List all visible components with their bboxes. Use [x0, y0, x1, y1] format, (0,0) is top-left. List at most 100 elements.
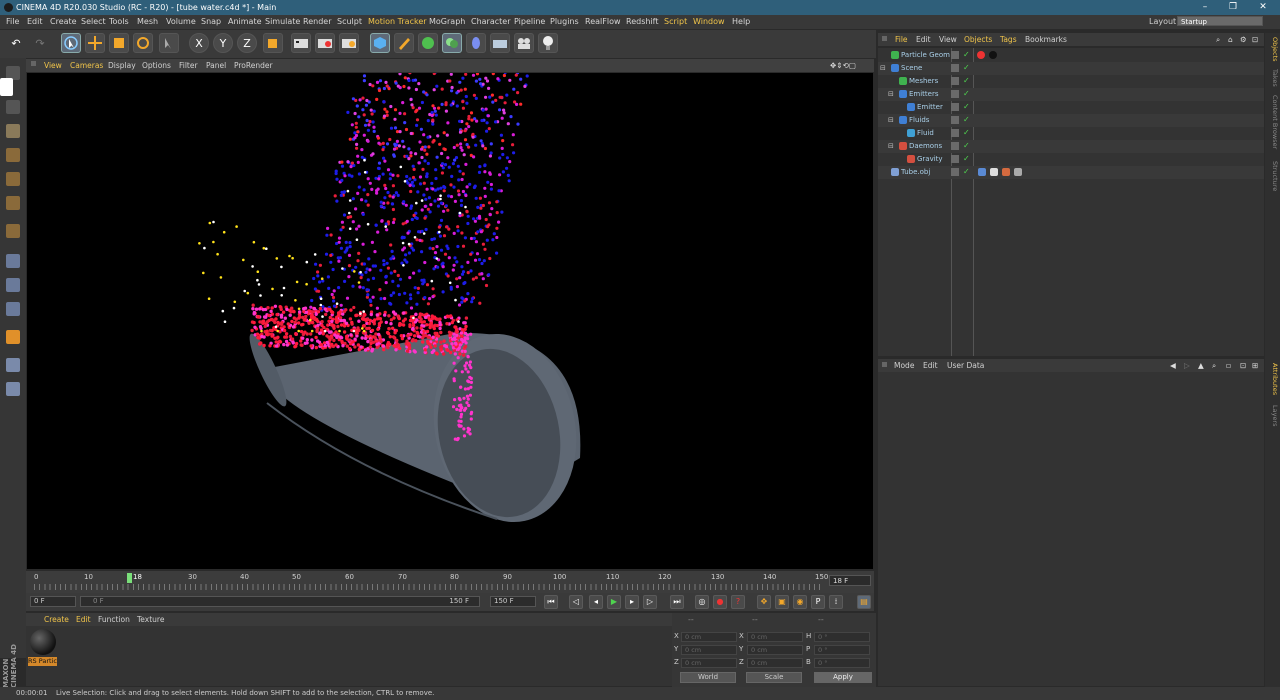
object-row-daemons[interactable]: ⊟ Daemons ✓ [878, 140, 1264, 153]
tab-structure[interactable]: Structure [1266, 161, 1279, 191]
deformer-icon[interactable] [466, 33, 486, 53]
search-icon[interactable]: ⌕ [1216, 35, 1220, 45]
layer-toggle[interactable] [951, 142, 959, 150]
attribute-menu-mode[interactable]: Mode [894, 361, 914, 370]
menu-animate[interactable]: Animate [228, 17, 262, 26]
points-mode-icon[interactable] [6, 148, 20, 162]
menu-file[interactable]: File [6, 17, 19, 26]
home-icon[interactable]: ⌂ [1228, 35, 1233, 44]
size-y-field[interactable]: 0 cm [747, 645, 803, 655]
snap-icon[interactable] [6, 278, 20, 292]
menu-help[interactable]: Help [732, 17, 750, 26]
viewport-menu-panel[interactable]: Panel [206, 61, 226, 70]
add-icon[interactable]: ⊞ [1252, 361, 1258, 370]
end-frame-field[interactable]: 150 F [490, 596, 536, 607]
object-row-tube[interactable]: Tube.obj ✓ [878, 166, 1264, 179]
menu-volume[interactable]: Volume [166, 17, 196, 26]
viewport-menu-cameras[interactable]: Cameras [70, 61, 103, 70]
object-name[interactable]: Fluids [909, 116, 929, 124]
back-arrow-icon[interactable]: ◀ [1170, 361, 1176, 370]
rot-p-field[interactable]: 0 ° [814, 645, 870, 655]
lock-workplane-icon[interactable] [6, 330, 20, 344]
menu-mesh[interactable]: Mesh [137, 17, 158, 26]
visibility-check-icon[interactable]: ✓ [963, 167, 970, 176]
material-menu-function[interactable]: Function [98, 615, 130, 624]
layer-toggle[interactable] [951, 77, 959, 85]
attribute-menu-edit[interactable]: Edit [923, 361, 938, 370]
visibility-check-icon[interactable]: ✓ [963, 128, 970, 137]
light-icon[interactable] [538, 33, 558, 53]
layout-select[interactable]: Startup [1177, 16, 1263, 26]
collapse-icon[interactable]: ⊟ [888, 90, 894, 98]
visibility-check-icon[interactable]: ✓ [963, 154, 970, 163]
material-tag-icon[interactable] [977, 51, 985, 59]
viewport-menu-options[interactable]: Options [142, 61, 171, 70]
panel-corner-icon[interactable] [882, 362, 887, 367]
quantize-icon[interactable] [6, 382, 20, 396]
filter-icon[interactable]: ⚙ [1240, 35, 1247, 44]
autokey-icon[interactable]: ● [713, 595, 727, 609]
close-button[interactable]: ✕ [1250, 0, 1276, 15]
collapse-icon[interactable]: ⊟ [888, 116, 894, 124]
floor-icon[interactable] [490, 33, 510, 53]
search-icon[interactable]: ⌕ [1212, 361, 1216, 371]
timeline-playhead[interactable] [127, 573, 132, 583]
position-key-icon[interactable]: ✥ [757, 595, 771, 609]
object-menu-tags[interactable]: Tags [1000, 35, 1017, 44]
object-name[interactable]: Scene [901, 64, 922, 72]
record-keys-icon[interactable]: ◎ [695, 595, 709, 609]
minimize-button[interactable]: – [1192, 0, 1218, 15]
render-settings-icon[interactable] [339, 33, 359, 53]
menu-edit[interactable]: Edit [27, 17, 43, 26]
timeline-window-icon[interactable]: ▤ [857, 595, 871, 609]
layer-toggle[interactable] [951, 90, 959, 98]
z-axis-button[interactable]: Z [237, 33, 257, 53]
object-name[interactable]: Daemons [909, 142, 942, 150]
rotation-key-icon[interactable]: ◉ [793, 595, 807, 609]
menu-render[interactable]: Render [303, 17, 331, 26]
viewport-menu-view[interactable]: View [44, 61, 62, 70]
tab-attributes[interactable]: Attributes [1266, 363, 1279, 395]
render-view-icon[interactable] [291, 33, 311, 53]
polygons-mode-icon[interactable] [6, 196, 20, 210]
tab-objects[interactable]: Objects [1266, 37, 1279, 62]
move-icon[interactable] [85, 33, 105, 53]
tab-content-browser[interactable]: Content Browser [1266, 95, 1279, 149]
scale-key-icon[interactable]: ▣ [775, 595, 789, 609]
coordinate-mode-select[interactable]: Scale [746, 672, 802, 683]
maximize-button[interactable]: ❐ [1220, 0, 1246, 15]
attribute-menu-user-data[interactable]: User Data [947, 361, 984, 370]
camera-icon[interactable] [514, 33, 534, 53]
rot-b-field[interactable]: 0 ° [814, 658, 870, 668]
scale-icon[interactable] [109, 33, 129, 53]
menu-mograph[interactable]: MoGraph [429, 17, 465, 26]
size-x-field[interactable]: 0 cm [747, 632, 803, 642]
parameter-key-icon[interactable]: P [811, 595, 825, 609]
pos-x-field[interactable]: 0 cm [681, 632, 737, 642]
material-menu-texture[interactable]: Texture [137, 615, 164, 624]
menu-character[interactable]: Character [471, 17, 511, 26]
menu-sculpt[interactable]: Sculpt [337, 17, 362, 26]
lock-icon[interactable]: ▫ [1226, 361, 1231, 370]
visibility-check-icon[interactable]: ✓ [963, 63, 970, 72]
material-menu-create[interactable]: Create [44, 615, 69, 624]
viewport-corner-icon[interactable] [31, 61, 36, 66]
cloner-icon[interactable] [442, 33, 462, 53]
next-frame-icon[interactable]: ▸ [625, 595, 639, 609]
object-menu-objects[interactable]: Objects [964, 35, 992, 44]
menu-simulate[interactable]: Simulate [265, 17, 300, 26]
menu-pipeline[interactable]: Pipeline [514, 17, 545, 26]
object-name[interactable]: Particle Geom [901, 51, 950, 59]
coordinate-space-select[interactable]: World [680, 672, 736, 683]
viewport-menu-prorender[interactable]: ProRender [234, 61, 273, 70]
render-to-picture-viewer-icon[interactable] [315, 33, 335, 53]
object-row-scene[interactable]: ⊟ Scene ✓ [878, 62, 1264, 75]
visibility-check-icon[interactable]: ✓ [963, 115, 970, 124]
current-frame-field[interactable]: 18 F [829, 575, 871, 586]
enable-axis-icon[interactable] [6, 224, 20, 238]
material-menu-edit[interactable]: Edit [76, 615, 91, 624]
visibility-check-icon[interactable]: ✓ [963, 89, 970, 98]
pla-key-icon[interactable]: ⁞ [829, 595, 843, 609]
pos-z-field[interactable]: 0 cm [681, 658, 737, 668]
visibility-check-icon[interactable]: ✓ [963, 141, 970, 150]
